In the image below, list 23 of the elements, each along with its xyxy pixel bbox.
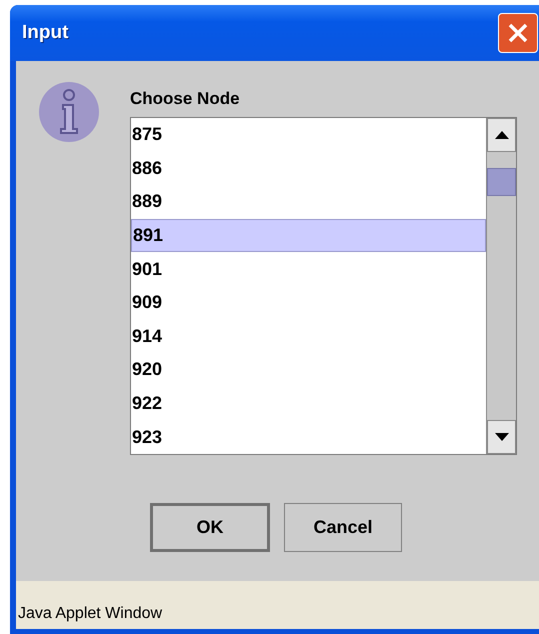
window-title: Input	[22, 20, 68, 45]
list-item[interactable]: 889	[131, 185, 486, 219]
down-arrow-icon	[494, 433, 508, 441]
list-item[interactable]: 875	[131, 118, 486, 152]
dialog-button[interactable]: Cancel	[284, 503, 402, 552]
list-item[interactable]: 901	[131, 252, 486, 286]
list-item[interactable]: 891	[131, 218, 486, 252]
list-item[interactable]: 922	[131, 386, 486, 420]
scroll-down-button[interactable]	[487, 420, 516, 454]
info-icon	[38, 81, 100, 143]
list-item[interactable]: 914	[131, 320, 486, 354]
close-button[interactable]	[498, 13, 538, 53]
list-item[interactable]: 923	[131, 420, 486, 454]
status-text: Java Applet Window	[18, 604, 162, 624]
list-item[interactable]: 909	[131, 286, 486, 320]
scroll-thumb[interactable]	[487, 168, 516, 196]
close-icon	[507, 22, 529, 44]
scroll-up-button[interactable]	[487, 118, 516, 152]
dialog-button[interactable]: OK	[150, 503, 270, 552]
list-item[interactable]: 886	[131, 152, 486, 186]
prompt-label: Choose Node	[130, 89, 241, 109]
list-item[interactable]: 920	[131, 353, 486, 387]
up-arrow-icon	[494, 131, 508, 139]
